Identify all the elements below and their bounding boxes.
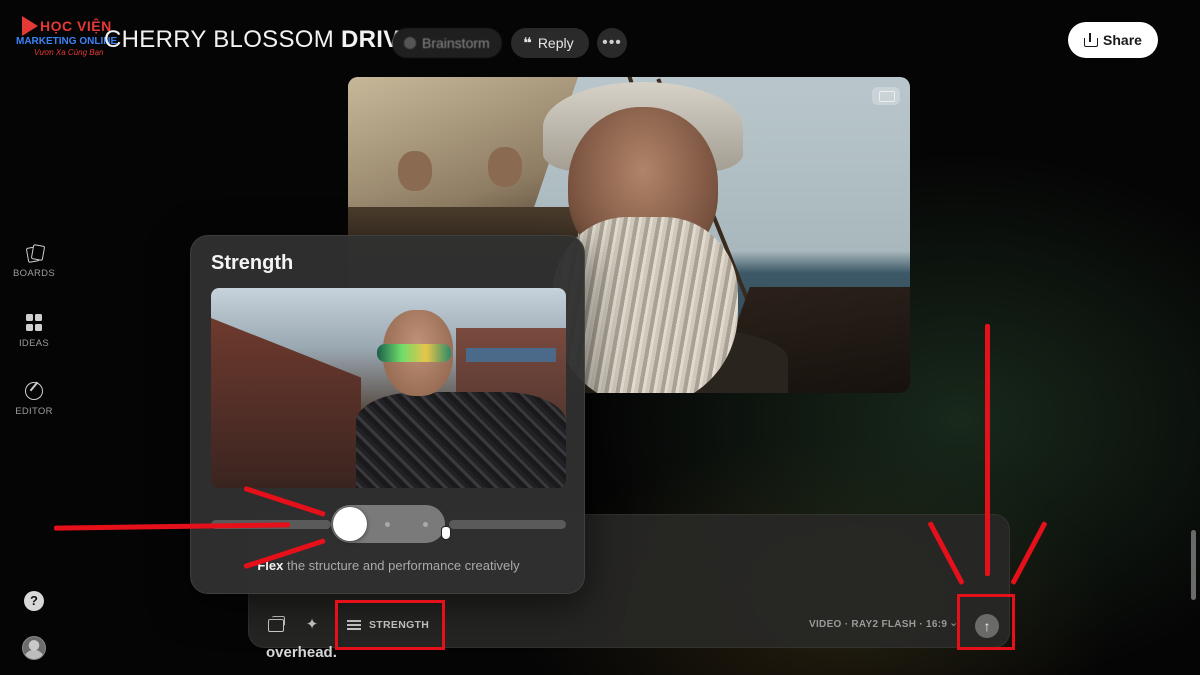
prompt-text-overflow: overhead.	[266, 644, 337, 661]
annotation-box-strength	[335, 600, 445, 650]
sidebar-item-editor[interactable]: EDITOR	[8, 382, 60, 417]
annotation-arrow-send	[985, 324, 990, 576]
slider-step-dot[interactable]	[385, 522, 390, 527]
share-button[interactable]: Share	[1068, 22, 1158, 58]
sparkle-icon[interactable]: ✦	[303, 616, 321, 634]
sidebar-item-label: BOARDS	[13, 268, 55, 279]
help-button[interactable]: ?	[24, 591, 44, 611]
brainstorm-label: Brainstorm	[422, 35, 490, 51]
strength-description-text: the structure and performance creatively	[283, 558, 520, 573]
sidebar-item-ideas[interactable]: IDEAS	[8, 314, 60, 349]
share-icon	[1084, 32, 1099, 47]
cards-icon	[25, 244, 43, 262]
grid-icon	[26, 314, 42, 332]
image-crew-member	[488, 147, 522, 187]
slider-step-dot[interactable]	[423, 522, 428, 527]
sidebar-item-label: IDEAS	[18, 338, 49, 349]
annotation-box-send	[957, 594, 1015, 650]
add-image-icon[interactable]	[267, 616, 285, 634]
more-dots-icon: •••	[602, 34, 622, 51]
sidebar-item-label: EDITOR	[15, 406, 53, 417]
reply-button[interactable]: ❝ Reply	[511, 28, 589, 58]
preview-armor	[356, 392, 566, 488]
brainstorm-chip[interactable]: Brainstorm	[392, 28, 502, 58]
image-crew-member	[398, 151, 432, 191]
strength-slider-knob[interactable]	[333, 507, 367, 541]
preview-visor	[377, 344, 451, 362]
image-type-badge-icon[interactable]	[872, 87, 900, 105]
more-options-button[interactable]: •••	[597, 28, 627, 58]
brainstorm-icon	[404, 37, 416, 49]
board-title-light: CHERRY BLOSSOM	[104, 26, 335, 53]
preview-building-left	[211, 318, 361, 488]
play-logo-icon	[22, 16, 38, 36]
share-label: Share	[1103, 32, 1142, 48]
strength-preview-image	[211, 288, 566, 488]
mouse-cursor-icon	[441, 526, 451, 540]
watermark-line2: MARKETING ONLINE	[16, 36, 118, 47]
model-selector[interactable]: VIDEO · RAY2 FLASH · 16:9	[809, 619, 947, 630]
reply-label: Reply	[537, 35, 574, 51]
scrollbar[interactable]	[1191, 530, 1196, 600]
strength-popover: Strength Flex the structure and performa…	[190, 235, 585, 594]
strength-slider-track-right[interactable]	[449, 520, 566, 529]
avatar[interactable]	[22, 636, 46, 660]
popover-title: Strength	[211, 252, 294, 274]
annotation-arrowhead	[1010, 521, 1048, 586]
quote-icon: ❝	[523, 35, 532, 52]
board-title[interactable]: CHERRY BLOSSOM DRIVE	[104, 26, 416, 54]
edit-icon	[25, 382, 43, 400]
sidebar-item-boards[interactable]: BOARDS	[8, 244, 60, 279]
watermark-line1: HỌC VIỆN	[40, 18, 112, 34]
watermark-line3: Vươn Xa Cùng Bạn	[34, 48, 104, 57]
